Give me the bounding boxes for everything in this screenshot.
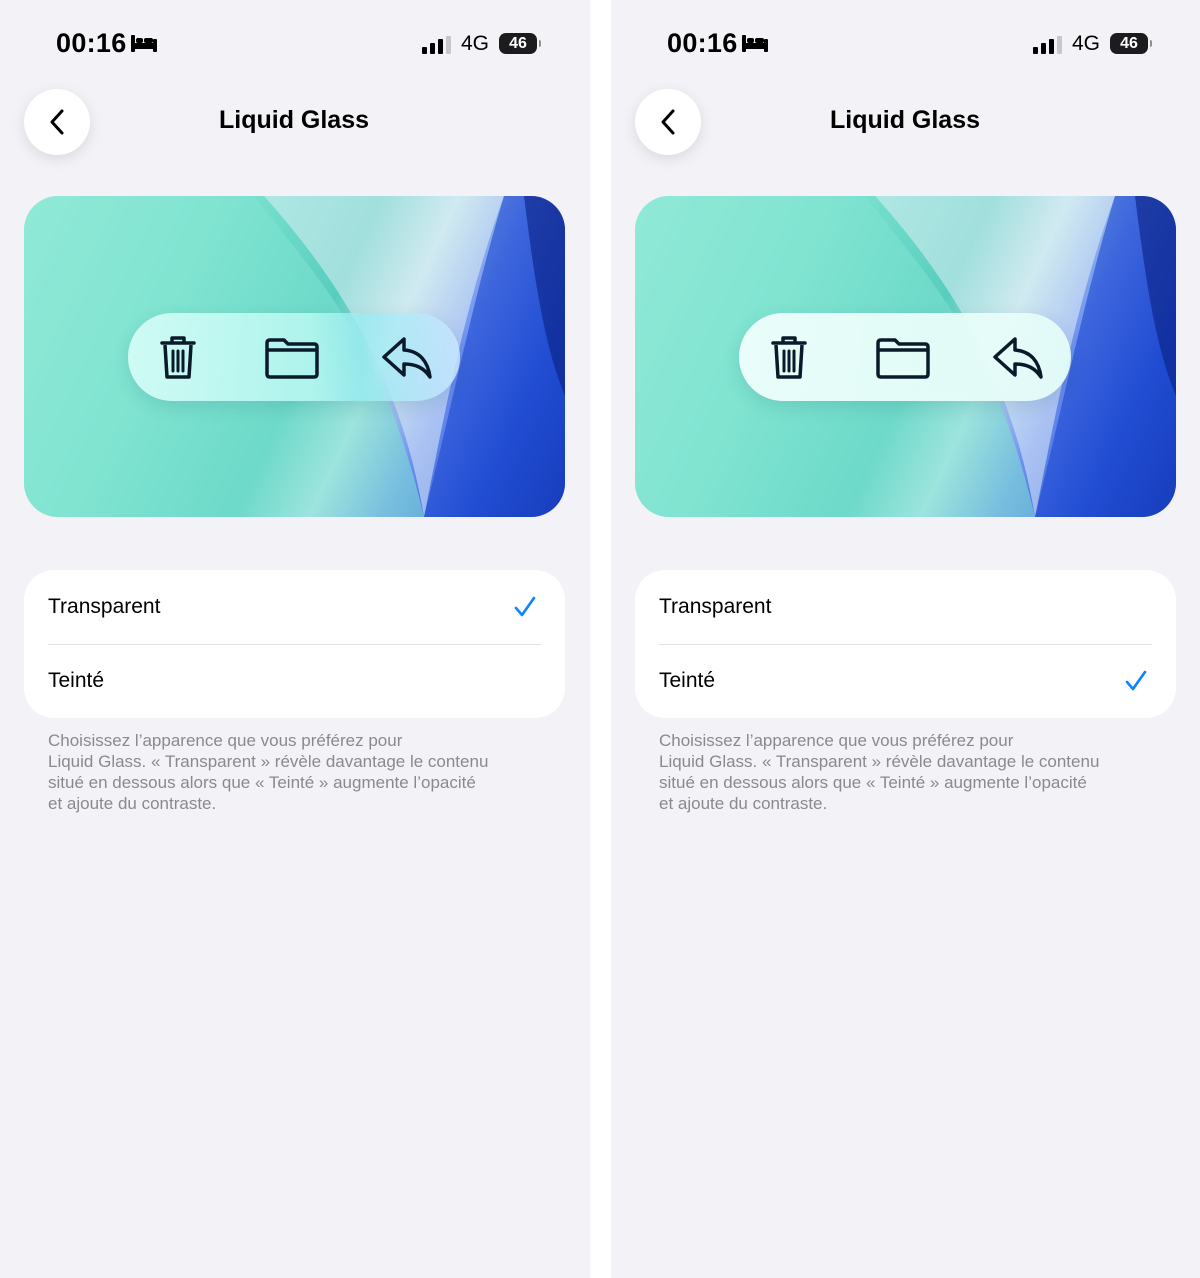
signal-icon bbox=[422, 36, 451, 54]
network-label: 4G bbox=[461, 32, 490, 55]
appearance-preview bbox=[635, 196, 1176, 517]
bed-icon bbox=[131, 35, 157, 52]
checkmark-icon bbox=[1125, 670, 1147, 691]
battery-indicator: 46 bbox=[1110, 33, 1152, 54]
battery-indicator: 46 bbox=[499, 33, 541, 54]
option-transparent[interactable]: Transparent bbox=[24, 570, 565, 644]
description-line: et ajoute du contraste. bbox=[659, 794, 828, 813]
description-line: Liquid Glass. « Transparent » révèle dav… bbox=[659, 752, 1100, 771]
reply-icon[interactable] bbox=[989, 329, 1045, 385]
option-label: Transparent bbox=[659, 595, 772, 618]
description-line: Choisissez l’apparence que vous préférez… bbox=[659, 731, 1014, 750]
glass-toolbar bbox=[739, 313, 1071, 401]
option-transparent[interactable]: Transparent bbox=[635, 570, 1176, 644]
option-tinted[interactable]: Teinté bbox=[24, 644, 565, 718]
screen-tinted: 00:16 4G 46 Liquid Glass Transparent Tei… bbox=[611, 0, 1200, 1278]
folder-icon[interactable] bbox=[264, 329, 320, 385]
glass-toolbar bbox=[128, 313, 460, 401]
option-label: Teinté bbox=[48, 669, 105, 692]
status-time: 00:16 bbox=[667, 28, 738, 58]
trash-icon[interactable] bbox=[761, 329, 817, 385]
screen-transparent: 00:16 4G 46 Liquid Glass Transparent Tei… bbox=[0, 0, 590, 1278]
page-title: Liquid Glass bbox=[218, 106, 370, 134]
trash-icon[interactable] bbox=[150, 329, 206, 385]
option-label: Teinté bbox=[659, 669, 716, 692]
description-line: Choisissez l’apparence que vous préférez… bbox=[48, 731, 403, 750]
reply-icon[interactable] bbox=[378, 329, 434, 385]
description-line: situé en dessous alors que « Teinté » au… bbox=[659, 773, 1087, 792]
description-text: Choisissez l’apparence que vous préférez… bbox=[659, 730, 1159, 814]
status-bar: 00:16 4G 46 bbox=[611, 26, 1200, 62]
bed-icon bbox=[742, 35, 768, 52]
option-label: Transparent bbox=[48, 595, 161, 618]
signal-icon bbox=[1033, 36, 1062, 54]
description-line: situé en dessous alors que « Teinté » au… bbox=[48, 773, 476, 792]
checkmark-icon bbox=[514, 596, 536, 617]
description-line: et ajoute du contraste. bbox=[48, 794, 217, 813]
folder-icon[interactable] bbox=[875, 329, 931, 385]
option-tinted[interactable]: Teinté bbox=[635, 644, 1176, 718]
status-time: 00:16 bbox=[56, 28, 127, 58]
description-line: Liquid Glass. « Transparent » révèle dav… bbox=[48, 752, 489, 771]
network-label: 4G bbox=[1072, 32, 1101, 55]
description-text: Choisissez l’apparence que vous préférez… bbox=[48, 730, 548, 814]
appearance-options: Transparent Teinté bbox=[635, 570, 1176, 718]
appearance-preview bbox=[24, 196, 565, 517]
appearance-options: Transparent Teinté bbox=[24, 570, 565, 718]
page-title: Liquid Glass bbox=[829, 106, 981, 134]
status-bar: 00:16 4G 46 bbox=[0, 26, 590, 62]
